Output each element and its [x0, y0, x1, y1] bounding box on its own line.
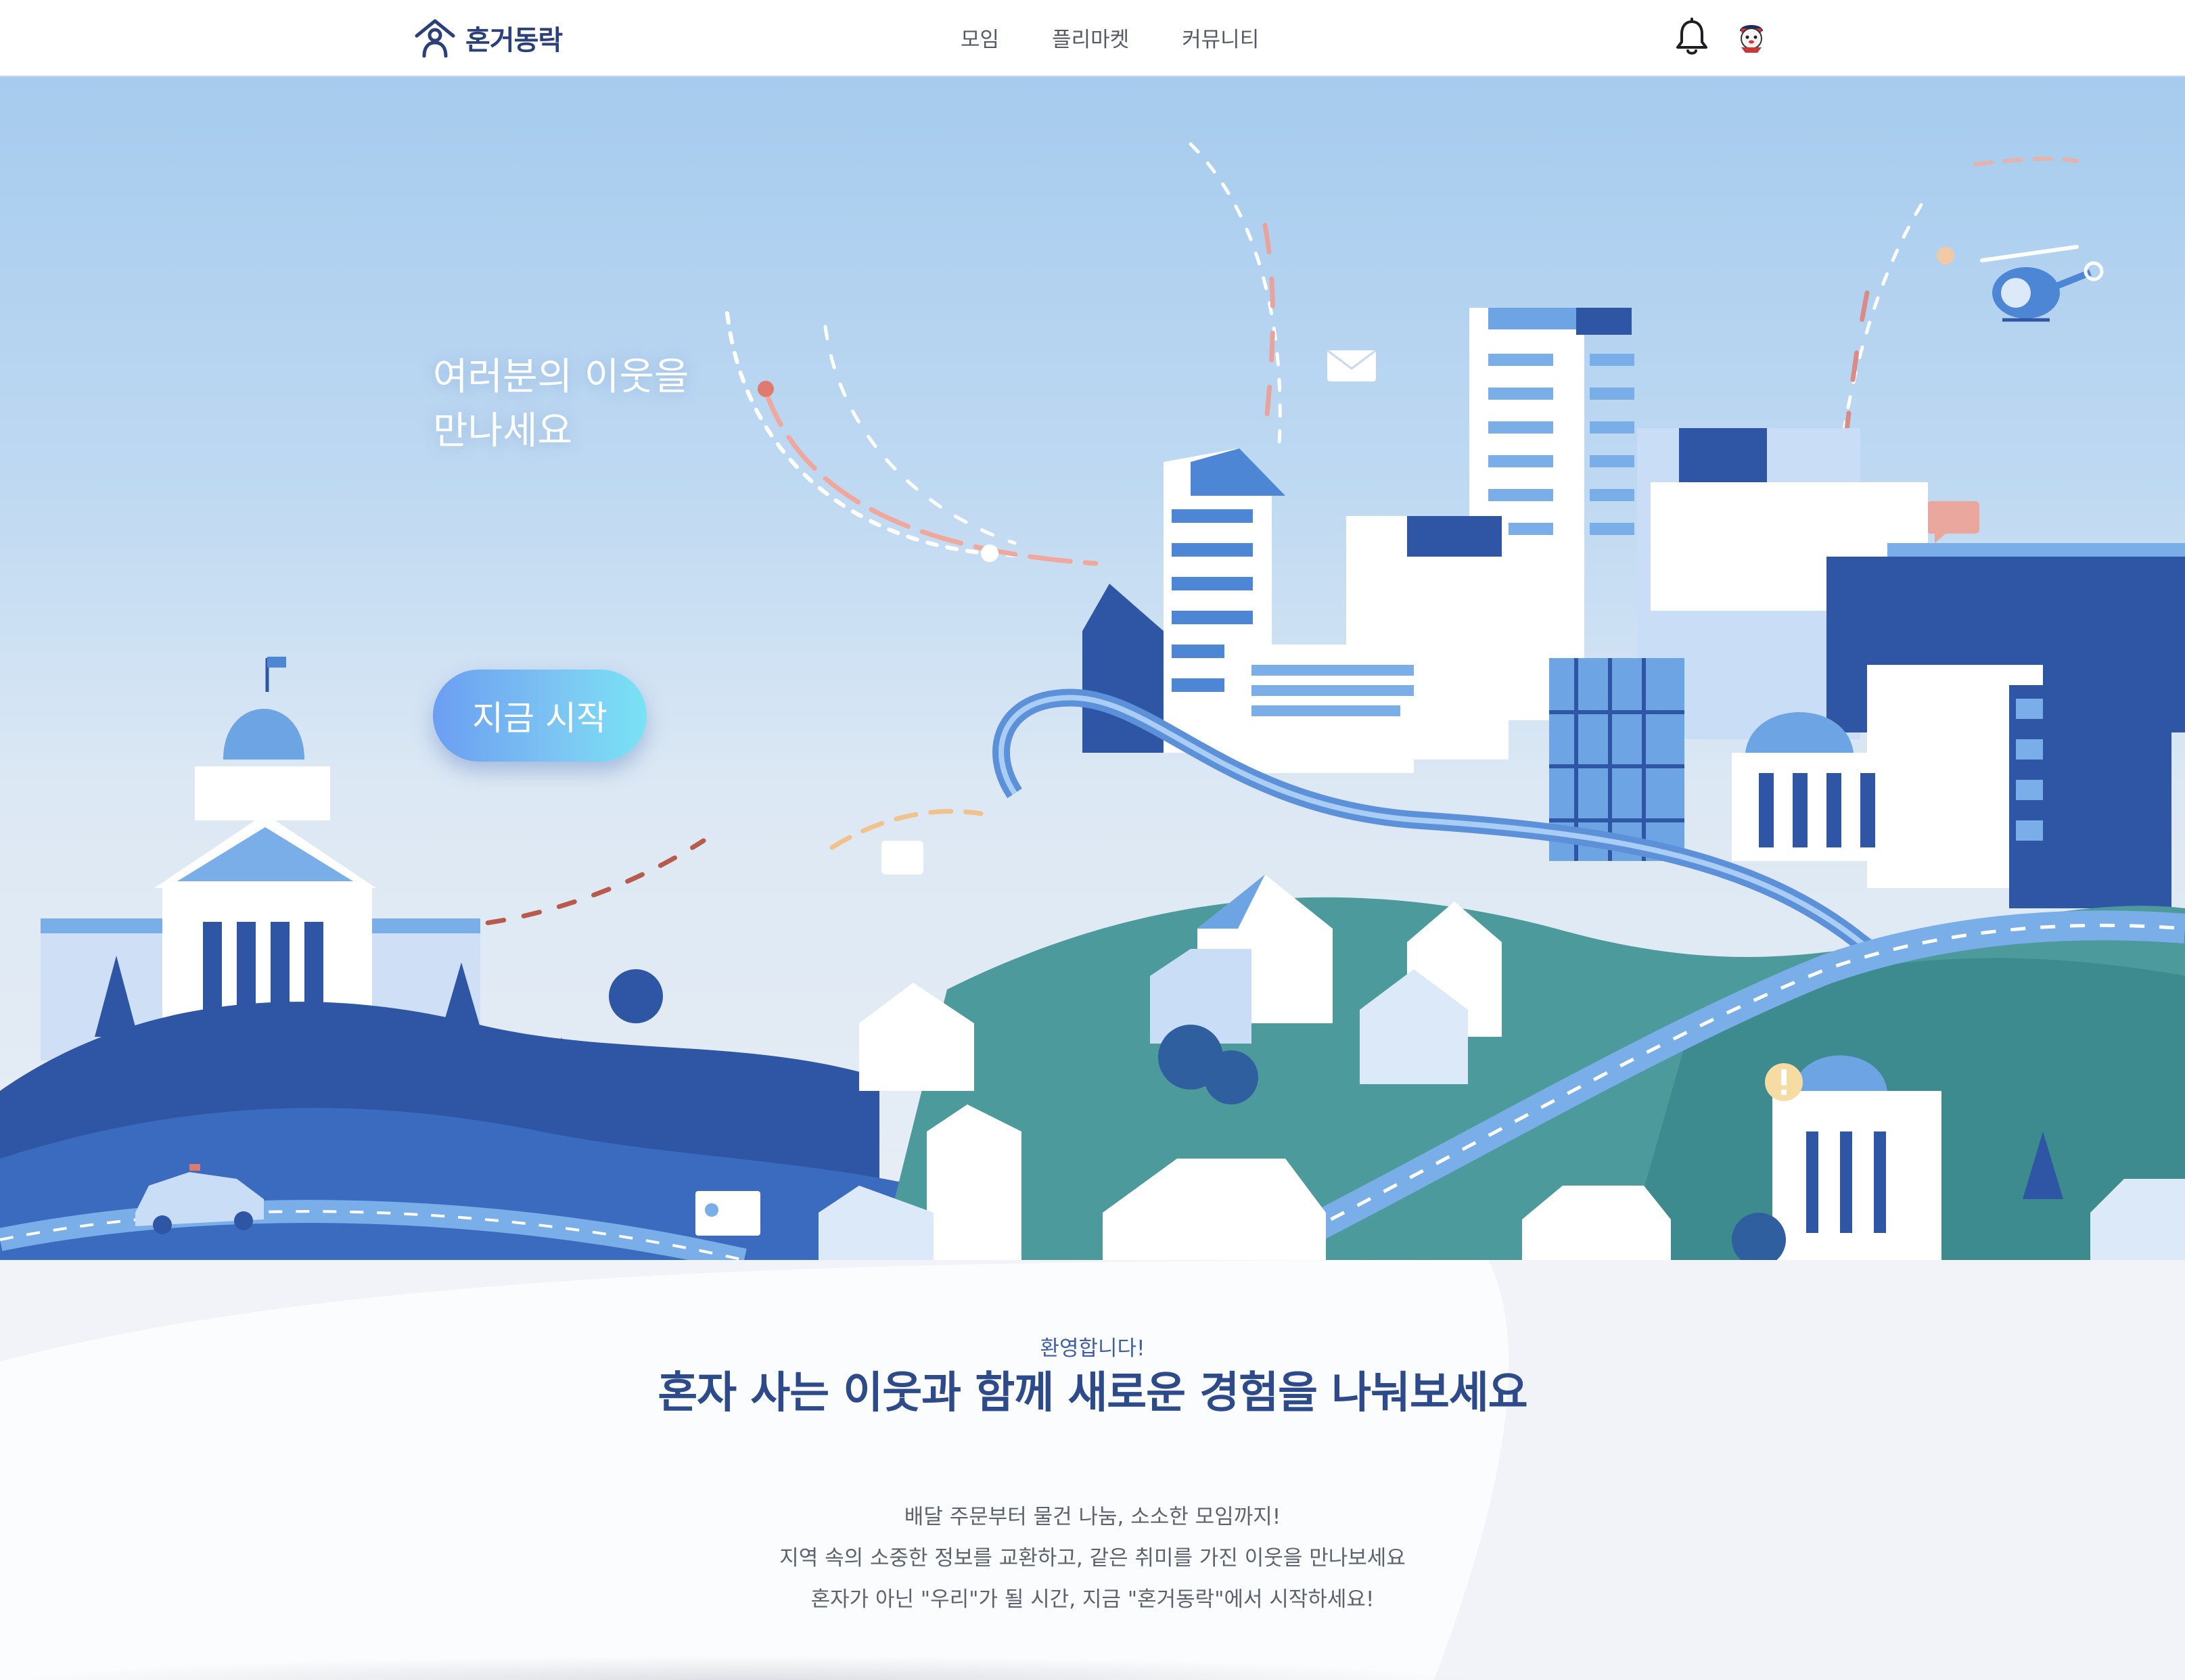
- main-nav: 모임 플리마켓 커뮤니티: [961, 0, 1259, 74]
- intro-description: 배달 주문부터 물건 나눔, 소소한 모임까지! 지역 속의 소중한 정보를 교…: [0, 1497, 2185, 1620]
- logo-text: 혼거동락: [465, 25, 563, 56]
- hero-title: 여러분의 이웃을 만나세요: [433, 350, 689, 459]
- intro-section: 환영합니다! 혼자 사는 이웃과 함께 새로운 경험을 나눠보세요 배달 주문부…: [0, 1260, 2185, 1680]
- nav-item-flea-market[interactable]: 플리마켓: [1052, 22, 1129, 53]
- hero-title-line1: 여러분의 이웃을: [433, 355, 689, 399]
- bell-icon[interactable]: [1674, 18, 1710, 57]
- start-now-button[interactable]: 지금 시작: [433, 670, 647, 762]
- logo[interactable]: 혼거동락: [414, 12, 563, 64]
- city-illustration: [0, 142, 2185, 1260]
- welcome-label: 환영합니다!: [1040, 1336, 1145, 1361]
- user-avatar-icon[interactable]: [1732, 16, 1771, 55]
- description-line: 배달 주문부터 물건 나눔, 소소한 모임까지!: [904, 1505, 1281, 1529]
- bottom-shadow: [0, 1656, 1488, 1680]
- house-person-icon: [415, 19, 455, 57]
- hero-title-line2: 만나세요: [433, 409, 573, 453]
- hero-banner: 여러분의 이웃을 만나세요 지금 시작: [0, 76, 2185, 1260]
- description-line: 지역 속의 소중한 정보를 교환하고, 같은 취미를 가진 이웃을 만나보세요: [779, 1546, 1406, 1570]
- intro-headline: 혼자 사는 이웃과 함께 새로운 경험을 나눠보세요: [658, 1368, 1527, 1418]
- description-line: 혼자가 아닌 "우리"가 될 시간, 지금 "혼거동락"에서 시작하세요!: [810, 1587, 1375, 1612]
- nav-item-community[interactable]: 커뮤니티: [1182, 22, 1259, 53]
- nav-item-meetups[interactable]: 모임: [961, 22, 999, 53]
- top-navigation-bar: 혼거동락 모임 플리마켓 커뮤니티: [0, 0, 2185, 76]
